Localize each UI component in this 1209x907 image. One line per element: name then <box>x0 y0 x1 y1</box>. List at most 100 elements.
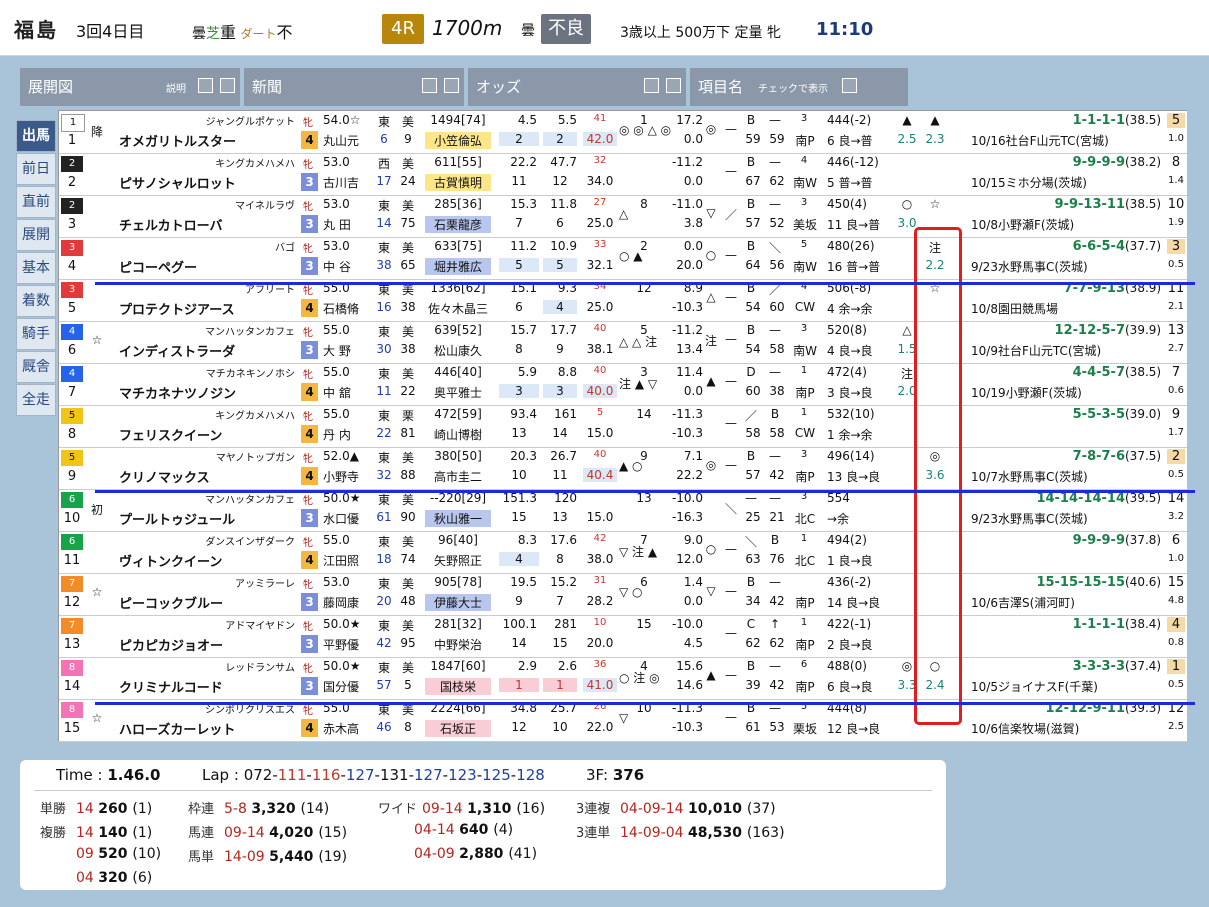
region-east: 東 <box>377 619 390 633</box>
horse-name[interactable]: オメガリトルスター <box>119 131 297 150</box>
col-c1: ○ <box>705 248 717 262</box>
menu-item[interactable]: 厩舎 <box>16 351 56 383</box>
col-c3: B <box>746 239 756 253</box>
table-row[interactable]: 4 7 マチカネキンノホシ マチカネナツノジン牝 4 55.0 中 舘 東美 11 22 446[4… <box>59 363 1187 406</box>
table-row[interactable]: 2 3 マイネルラヴ チェルカトローバ牝 3 53.0 丸 田 東美 14 75 285[36] 石栗… <box>59 195 1187 238</box>
jockey-rank: 20 <box>376 594 392 608</box>
lap-value: 111 <box>277 766 307 784</box>
popularity: 40 <box>593 365 607 376</box>
table-row[interactable]: 2 2 キングカメハメハ ピサノシャルロット牝 3 53.0 古川吉 西美 17 24 611[55… <box>59 153 1187 196</box>
divider-line <box>95 282 1195 285</box>
checkbox-icon[interactable] <box>644 78 659 93</box>
region-east: 東 <box>377 535 390 549</box>
frame-number: 8 <box>61 660 83 676</box>
checkbox-icon[interactable] <box>422 78 437 93</box>
weight-trend: 13 良→良 <box>827 470 881 484</box>
col-c4: — <box>769 659 781 673</box>
horse-name[interactable]: ヴィトンクイーン <box>119 551 297 570</box>
table-row[interactable]: 6 10 初 マンハッタンカフェ プールトゥジュール牝 3 50.0★ 水口優 東美 61 90 --… <box>59 489 1187 532</box>
jockey-name: 中 舘 <box>323 386 351 400</box>
menu-item[interactable]: 全走 <box>16 384 56 416</box>
horse-name[interactable]: フェリスクイーン <box>119 425 297 444</box>
table-row[interactable]: 6 11 ダンスインザダーク ヴィトンクイーン牝 4 55.0 江田照東美 18 74 96[40… <box>59 531 1187 574</box>
menu-item[interactable]: 騎手 <box>16 318 56 350</box>
table-row[interactable]: 1 1 降ジャングルポケット オメガリトルスター牝 4 54.0☆ 丸山元東美 6 9 1494[… <box>59 111 1187 154</box>
horse-name[interactable]: ピコーペグー <box>119 257 297 276</box>
table-row[interactable]: 7 12 ☆ アッミラーレ ピーコックブルー牝 3 53.0 藤岡康 東美 20 48 905[78]… <box>59 573 1187 616</box>
checkbox-icon[interactable] <box>666 78 681 93</box>
jockey-rank: 38 <box>376 258 392 272</box>
value-b: 0.0 <box>683 594 703 608</box>
post-time: 11:10 <box>816 19 874 40</box>
jockey-rank: 42 <box>376 636 392 650</box>
table-row[interactable]: 8 14 レッドランサム クリミナルコード牝 3 50.0★ 国分優東美 57 5 1847[60… <box>59 657 1187 700</box>
horse-name[interactable]: チェルカトローバ <box>119 215 297 234</box>
odds-value: 42.0 <box>583 132 617 146</box>
jockey-rank: 32 <box>376 468 392 482</box>
horse-name[interactable]: ピーコックブルー <box>119 593 297 612</box>
training-course: 南P <box>795 638 815 652</box>
table-row[interactable]: 5 8 キングカメハメハ フェリスクイーン牝 4 55.0 丹 内東栗 22 81 472[59]… <box>59 405 1187 448</box>
previous-stable: 10/15ミホ分場(茨城) <box>971 176 1087 190</box>
horse-name[interactable]: プールトゥジュール <box>119 509 297 528</box>
table-row[interactable]: 4 6 ☆ マンハッタンカフェ インディストラーダ牝 3 55.0 大 野東美 30 38 639[… <box>59 321 1187 364</box>
col-c4: — <box>769 155 781 169</box>
rank-win: 2 <box>499 132 539 146</box>
horse-name[interactable]: ハローズカーレット <box>119 719 297 738</box>
training-course: 南P <box>795 386 815 400</box>
table-row[interactable]: 5 9 マヤノトップガン クリノマックス牝 4 52.0▲ 小野寺東美 32 88 380[50]… <box>59 447 1187 490</box>
col-c3: B <box>746 659 756 673</box>
panel-shinbun[interactable]: 新聞 <box>244 68 464 106</box>
rank-place: 5 <box>543 258 577 272</box>
previous-stable: 10/19小野瀬F(茨城) <box>971 386 1082 400</box>
value-b: 0.0 <box>683 174 703 188</box>
checkbox-icon[interactable] <box>842 78 857 93</box>
rank-badge: 2 <box>1167 449 1185 464</box>
table-row[interactable]: 8 15 ☆ シンボリクリスエス ハローズカーレット牝 4 55.0 赤木高東美 46 8 2224… <box>59 699 1187 742</box>
jockey-name: 丹 内 <box>323 428 351 442</box>
value-b: 20.0 <box>676 258 703 272</box>
trainer-name: 秋山雅一 <box>425 510 491 527</box>
carried-weight: 53.0 <box>323 575 350 589</box>
horse-name[interactable]: ピサノシャルロット <box>119 173 297 192</box>
checkbox-icon[interactable] <box>444 78 459 93</box>
menu-item[interactable]: 基本 <box>16 252 56 284</box>
menu-item[interactable]: 前日 <box>16 153 56 185</box>
checkbox-icon[interactable] <box>220 78 235 93</box>
explain-link[interactable]: 説明 <box>166 80 186 95</box>
jockey-rank: 16 <box>376 300 392 314</box>
menu-item[interactable]: 着数 <box>16 285 56 317</box>
checkbox-icon[interactable] <box>198 78 213 93</box>
horse-name[interactable]: マチカネナツノジン <box>119 383 297 402</box>
horse-name[interactable]: プロテクトジアース <box>119 299 297 318</box>
panel-tenkaizu[interactable]: 展開図 説明 <box>20 68 240 106</box>
horse-number: 5 <box>67 301 77 316</box>
training-course: 北C <box>794 554 816 568</box>
horse-name[interactable]: ピカピカジョオー <box>119 635 297 654</box>
rank-win: 14 <box>511 636 527 650</box>
region-stable: 美 <box>401 157 414 171</box>
horse-name[interactable]: クリミナルコード <box>119 677 297 696</box>
panel-items[interactable]: 項目名 チェックで表示 <box>690 68 908 106</box>
lap-value: 123 <box>448 766 477 784</box>
frame-number: 4 <box>61 324 83 340</box>
table-row[interactable]: 7 13 アドマイヤドン ピカピカジョオー牝 3 50.0★ 平野優 東美 42 95 281[32… <box>59 615 1187 658</box>
body-weight: 422(-1) <box>827 617 872 631</box>
mark-x4: 2.3 <box>925 132 945 146</box>
menu-item[interactable]: 直前 <box>16 186 56 218</box>
odds-win: 100.1 <box>502 617 537 631</box>
table-row[interactable]: 3 4 バゴ ピコーペグー牝 3 53.0 中 谷 東美 38 65 633[75] 堀井雅広 11.2… <box>59 237 1187 280</box>
menu-item[interactable]: 展開 <box>16 219 56 251</box>
col-c1: ▽ <box>706 206 716 220</box>
sire-name: キングカメハメハ <box>215 411 295 422</box>
training-count: 1 <box>800 365 808 376</box>
menu-item[interactable]: 出馬 <box>16 120 56 152</box>
col-c3: ＼ <box>744 535 757 549</box>
col-c2: — <box>725 332 737 346</box>
table-row[interactable]: 3 5 アフリート プロテクトジアース牝 4 55.0 石橋脩東美 16 38 1336[62] 佐… <box>59 279 1187 322</box>
panel-odds[interactable]: オッズ <box>468 68 686 106</box>
training-count: 1 <box>800 407 808 418</box>
horse-name[interactable]: クリノマックス <box>119 467 297 486</box>
horse-name[interactable]: インディストラーダ <box>119 341 297 360</box>
col-c5: 62 <box>745 636 761 650</box>
